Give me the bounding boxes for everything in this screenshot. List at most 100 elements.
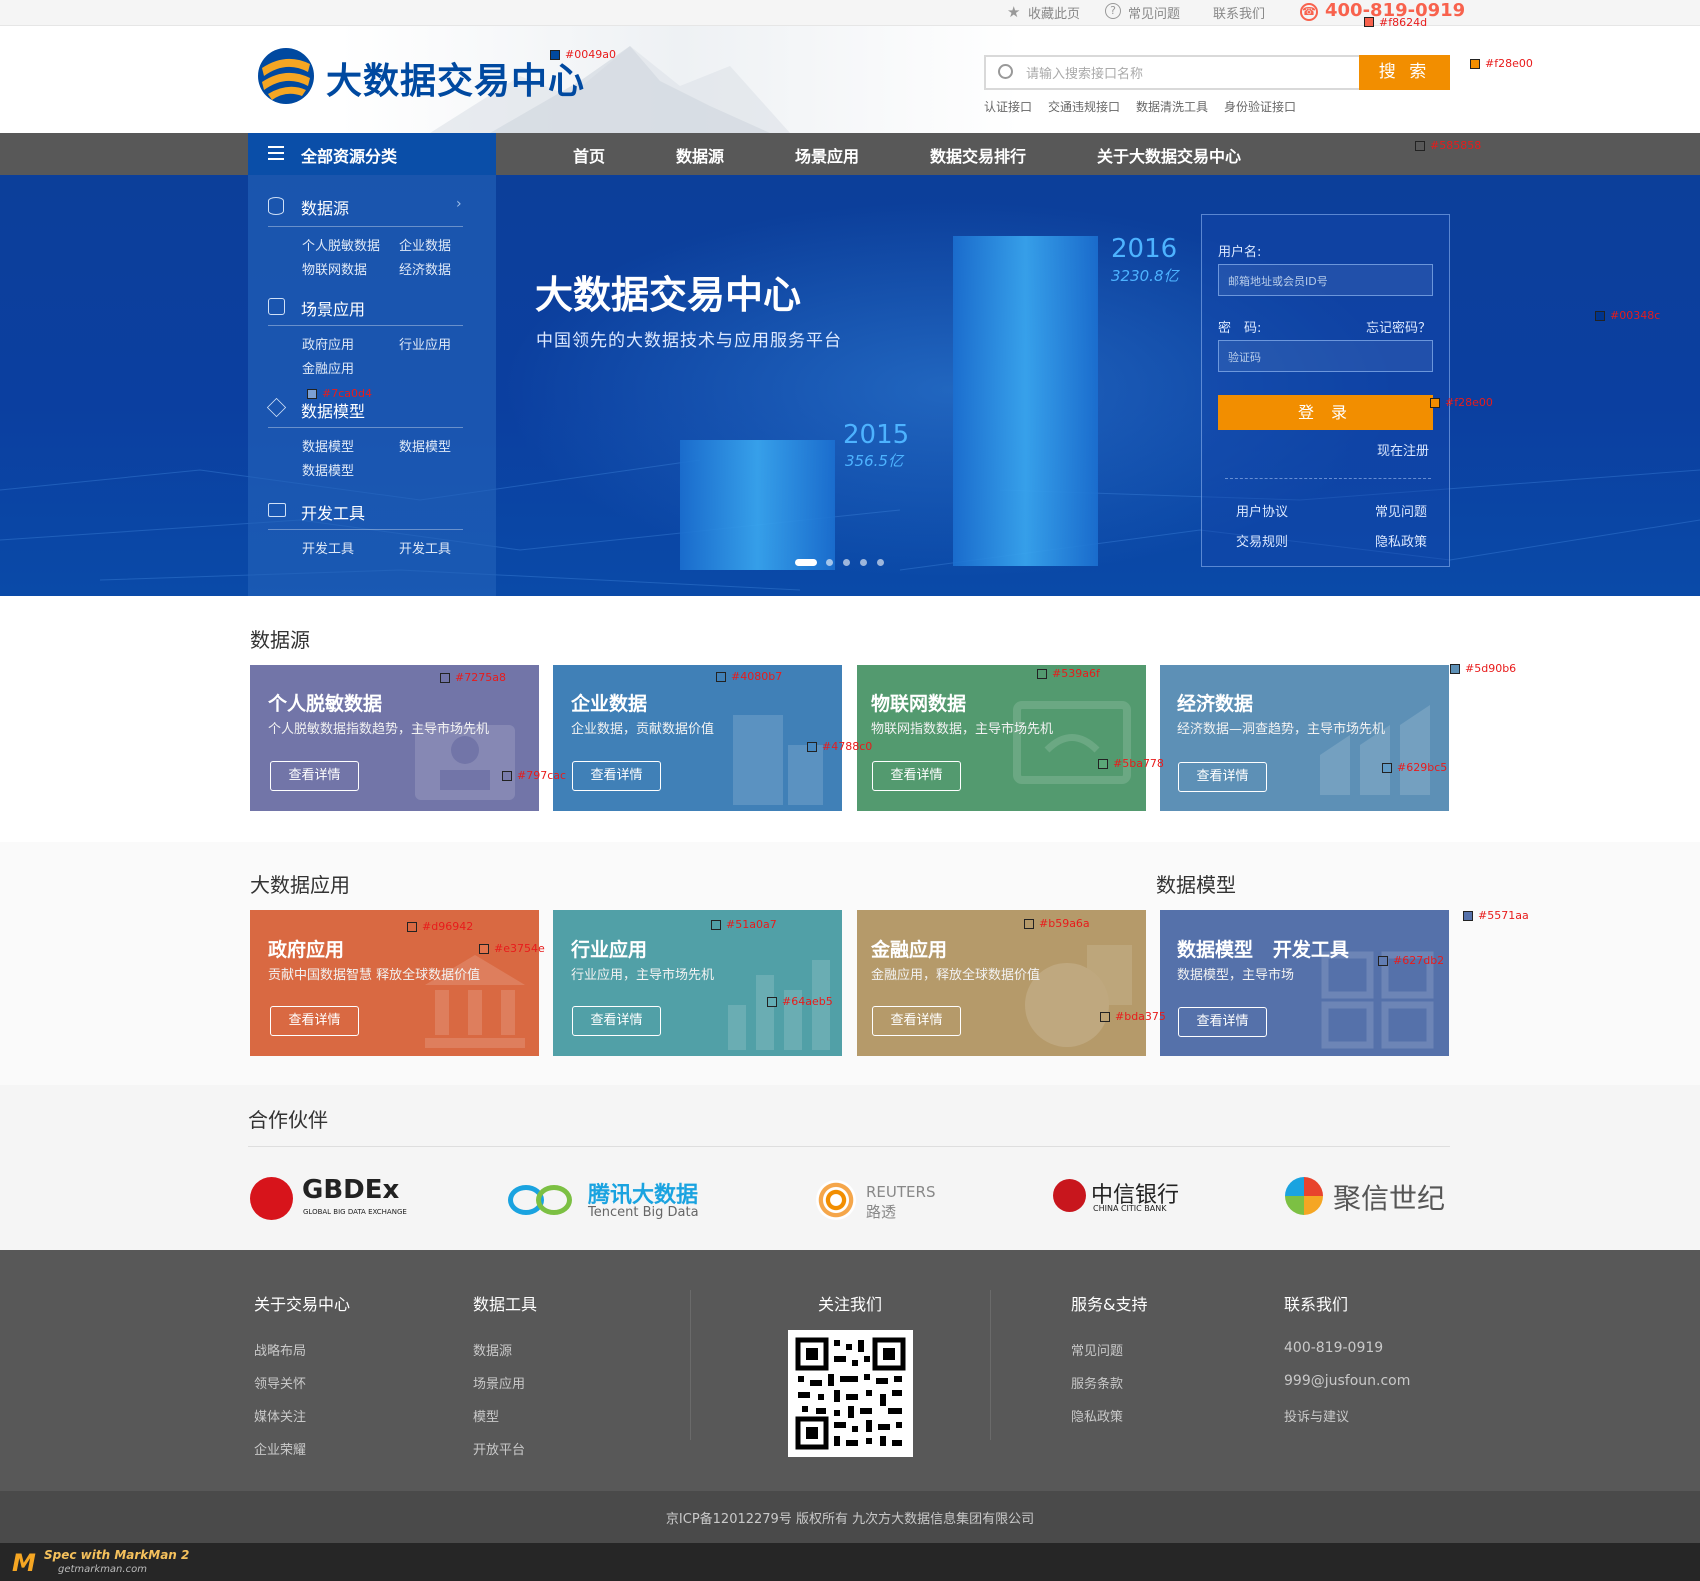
color-label: #4788c0 xyxy=(822,740,873,753)
hero-title: 大数据交易中心 xyxy=(535,273,802,317)
login-footer-link[interactable]: 常见问题 xyxy=(1375,501,1427,520)
chevron-right-icon: › xyxy=(456,196,462,212)
star-icon: ★ xyxy=(1007,3,1021,21)
footer-link[interactable]: 开放平台 xyxy=(473,1439,525,1458)
partner-logo-gbdex[interactable]: GBDEx GLOBAL BIG DATA EXCHANGE xyxy=(250,1175,410,1221)
copyright-text: 京ICP备12012279号 版权所有 九次方大数据信息集团有限公司 xyxy=(665,1512,1035,1527)
view-details-button[interactable]: 查看详情 xyxy=(872,761,961,791)
sidebar-group-title[interactable]: 数据模型 xyxy=(301,398,365,422)
bookmark-link[interactable]: 收藏此页 xyxy=(1028,3,1080,22)
faq-link[interactable]: 常见问题 xyxy=(1128,3,1180,22)
hot-link[interactable]: 认证接口 xyxy=(984,98,1032,115)
carousel-dot[interactable] xyxy=(860,559,867,566)
view-details-button[interactable]: 查看详情 xyxy=(1178,1007,1267,1037)
footer-link[interactable]: 常见问题 xyxy=(1071,1340,1123,1359)
sidebar-item[interactable]: 政府应用 xyxy=(302,334,354,353)
view-details-button[interactable]: 查看详情 xyxy=(270,761,359,791)
card-title: 行业应用 xyxy=(571,939,648,961)
sidebar-item[interactable]: 金融应用 xyxy=(302,358,354,377)
footer-link[interactable]: 战略布局 xyxy=(254,1340,306,1359)
hot-link[interactable]: 数据清洗工具 xyxy=(1136,98,1208,115)
footer-link[interactable]: 隐私政策 xyxy=(1071,1406,1123,1425)
sidebar-item[interactable]: 企业数据 xyxy=(399,235,451,254)
sidebar-item[interactable]: 数据模型 xyxy=(302,460,354,479)
view-details-button[interactable]: 查看详情 xyxy=(872,1006,961,1036)
nav-scenario[interactable]: 场景应用 xyxy=(795,143,859,167)
nav-home[interactable]: 首页 xyxy=(573,143,605,167)
value-2015: 356.5亿 xyxy=(845,452,903,470)
sidebar-divider xyxy=(268,325,463,326)
password-placeholder: 验证码 xyxy=(1228,351,1261,364)
footer-link[interactable]: 领导关怀 xyxy=(254,1373,306,1392)
sidebar-item[interactable]: 数据模型 xyxy=(399,436,451,455)
section-title-partners: 合作伙伴 xyxy=(248,1108,328,1132)
contact-link[interactable]: 联系我们 xyxy=(1213,3,1265,22)
color-label: #539a6f xyxy=(1052,667,1100,680)
login-button[interactable]: 登 录 xyxy=(1218,395,1433,430)
sidebar-group-title[interactable]: 场景应用 xyxy=(301,296,365,320)
hot-link[interactable]: 身份验证接口 xyxy=(1224,98,1296,115)
partner-logo-tencent[interactable]: 腾讯大数据 Tencent Big Data xyxy=(508,1175,708,1225)
partner-logo-citic[interactable]: 中信银行 CHINA CITIC BANK xyxy=(1053,1177,1193,1223)
carousel-dot-active[interactable] xyxy=(795,559,817,566)
card-desc: 企业数据，贡献数据价值 xyxy=(571,722,715,737)
sidebar-item[interactable]: 经济数据 xyxy=(399,259,451,278)
sidebar-divider xyxy=(268,427,463,428)
card-title: 物联网数据 xyxy=(871,693,967,715)
forgot-password-link[interactable]: 忘记密码？ xyxy=(1366,317,1431,336)
search-button[interactable]: 搜 索 xyxy=(1359,55,1450,90)
view-details-button[interactable]: 查看详情 xyxy=(1178,762,1267,792)
color-label: #f8624d xyxy=(1379,16,1428,29)
register-link[interactable]: 现在注册 xyxy=(1377,440,1429,459)
footer-separator xyxy=(690,1290,691,1440)
login-footer-link[interactable]: 用户协议 xyxy=(1236,501,1288,520)
sidebar-item[interactable]: 开发工具 xyxy=(302,538,354,557)
sidebar-group-title[interactable]: 开发工具 xyxy=(301,500,365,524)
nav-data-source[interactable]: 数据源 xyxy=(676,143,724,167)
color-swatch xyxy=(1037,669,1047,679)
color-label: #797cac xyxy=(517,769,567,782)
nav-ranking[interactable]: 数据交易排行 xyxy=(930,143,1026,167)
footer-link[interactable]: 模型 xyxy=(473,1406,499,1425)
footer-link[interactable]: 企业荣耀 xyxy=(254,1439,306,1458)
partner-logo-reuters[interactable]: REUTERS 路透 xyxy=(816,1175,956,1225)
footer-link[interactable]: 媒体关注 xyxy=(254,1406,306,1425)
username-label: 用户名: xyxy=(1218,245,1262,260)
view-details-button[interactable]: 查看详情 xyxy=(572,1006,661,1036)
color-label: #d96942 xyxy=(422,920,474,933)
sidebar-item[interactable]: 开发工具 xyxy=(399,538,451,557)
view-details-button[interactable]: 查看详情 xyxy=(572,761,661,791)
password-label: 密 码: xyxy=(1218,321,1262,336)
sidebar-group-title[interactable]: 数据源 xyxy=(301,195,349,219)
color-swatch xyxy=(716,672,726,682)
footer-link[interactable]: 投诉与建议 xyxy=(1284,1406,1349,1425)
footer-email[interactable]: 999@jusfoun.com xyxy=(1284,1373,1410,1389)
view-details-button[interactable]: 查看详情 xyxy=(270,1006,359,1036)
sidebar-item[interactable]: 行业应用 xyxy=(399,334,451,353)
monitor-wifi-icon xyxy=(1013,701,1131,784)
hot-link[interactable]: 交通违规接口 xyxy=(1048,98,1120,115)
sidebar-item[interactable]: 物联网数据 xyxy=(302,259,367,278)
sidebar-item[interactable]: 数据模型 xyxy=(302,436,354,455)
footer-col-title: 服务&支持 xyxy=(1071,1295,1148,1314)
footer-link[interactable]: 服务条款 xyxy=(1071,1373,1123,1392)
footer-link[interactable]: 场景应用 xyxy=(473,1373,525,1392)
toolbox-icon xyxy=(268,503,286,517)
section-title-models: 数据模型 xyxy=(1156,873,1236,897)
sidebar-divider xyxy=(268,529,463,530)
markman-logo-icon: M xyxy=(12,1549,36,1577)
carousel-dot[interactable] xyxy=(843,559,850,566)
login-footer-link[interactable]: 隐私政策 xyxy=(1375,531,1427,550)
carousel-dot[interactable] xyxy=(826,559,833,566)
partner-logo-juxin[interactable]: 聚信世纪 xyxy=(1285,1175,1455,1221)
login-footer-link[interactable]: 交易规则 xyxy=(1236,531,1288,550)
card-desc: 个人脱敏数据指数趋势，主导市场先机 xyxy=(268,722,490,737)
sidebar-item[interactable]: 个人脱敏数据 xyxy=(302,235,380,254)
logo-text[interactable]: 大数据交易中心 xyxy=(326,52,585,104)
nav-about[interactable]: 关于大数据交易中心 xyxy=(1097,143,1241,167)
footer-link[interactable]: 数据源 xyxy=(473,1340,512,1359)
footer-phone: 400-819-0919 xyxy=(1284,1340,1384,1356)
carousel-dot[interactable] xyxy=(877,559,884,566)
logo-icon[interactable] xyxy=(256,46,316,106)
footer-col-title: 数据工具 xyxy=(473,1295,538,1314)
